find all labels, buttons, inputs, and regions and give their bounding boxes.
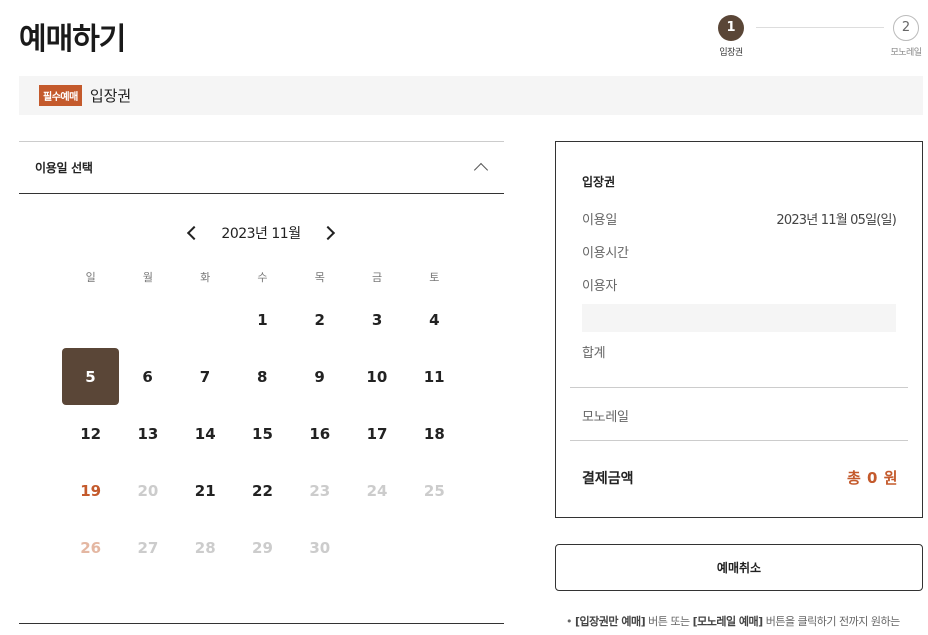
- calendar-day-disabled: 30: [309, 538, 331, 557]
- step-indicator: 1 입장권 2 모노레일: [714, 15, 928, 60]
- weekday-label: 토: [429, 271, 440, 284]
- weekday-label: 목: [314, 271, 325, 284]
- date-label: 이용일: [582, 213, 617, 228]
- weekday-label: 금: [371, 271, 383, 284]
- calendar-day[interactable]: 11: [405, 348, 462, 405]
- calendar-day[interactable]: 15: [234, 405, 291, 462]
- step-1: 1 입장권: [711, 15, 751, 58]
- calendar-day[interactable]: 22: [234, 462, 291, 519]
- date-value: 2023년 11월 05일(일): [776, 213, 896, 228]
- calendar-week: 19 20 21 22 23 24 25: [62, 462, 463, 519]
- summary-subtotal-row: 합계: [582, 342, 896, 361]
- calendar-day[interactable]: 10: [348, 348, 405, 405]
- calendar-week: 26 27 28 29 30: [62, 519, 463, 576]
- calendar-day-selected[interactable]: 5: [62, 348, 119, 405]
- calendar-week: 1234: [62, 291, 463, 348]
- weekday-header: 일월화수목금토: [62, 265, 463, 291]
- step-2-number: 2: [893, 15, 919, 41]
- calendar-day[interactable]: 1: [234, 291, 291, 348]
- calendar-day[interactable]: 18: [406, 405, 463, 462]
- calendar-day-disabled: 25: [423, 481, 445, 500]
- month-label: 2023년 11월: [221, 226, 301, 242]
- note-text: 버튼 또는: [645, 615, 693, 628]
- calendar-bottom-divider: [19, 623, 504, 624]
- summary-divider: [570, 440, 908, 441]
- weekday-label: 수: [257, 271, 268, 284]
- summary-time-row: 이용시간: [582, 242, 896, 261]
- section-title: 입장권: [89, 87, 132, 105]
- calendar-day[interactable]: 14: [177, 405, 234, 462]
- payment-total: 결제금액 총 0 원: [582, 467, 898, 488]
- step-2: 2 모노레일: [886, 15, 926, 58]
- calendar-day[interactable]: 4: [406, 291, 463, 348]
- step-2-label: 모노레일: [890, 48, 922, 58]
- note-ticket-only-label: [입장권만 예매]: [575, 615, 646, 628]
- calendar-day[interactable]: 19: [62, 462, 119, 519]
- step-connector: [756, 27, 884, 28]
- calendar-day[interactable]: 2: [291, 291, 348, 348]
- summary-panel: 입장권 이용일 2023년 11월 05일(일) 이용시간 이용자 합계 모노레…: [555, 141, 923, 518]
- calendar-day[interactable]: 3: [348, 291, 405, 348]
- calendar-day-disabled: 29: [252, 538, 273, 557]
- note-monorail-label: [모노레일 예매]: [692, 615, 764, 628]
- calendar-week: 12 13 14 15 16 17 18: [62, 405, 463, 462]
- calendar-day[interactable]: 6: [119, 348, 176, 405]
- calendar-day-disabled: 23: [309, 481, 331, 500]
- prev-month-button[interactable]: [180, 221, 204, 245]
- calendar-day-disabled: 24: [366, 481, 388, 500]
- calendar-day[interactable]: 9: [291, 348, 348, 405]
- page-title: 예매하기: [19, 22, 126, 57]
- time-label: 이용시간: [582, 246, 629, 261]
- calendar-day[interactable]: 21: [177, 462, 234, 519]
- summary-monorail-row: 모노레일: [582, 406, 896, 425]
- payment-label: 결제금액: [582, 470, 634, 487]
- monorail-label: 모노레일: [582, 410, 629, 425]
- next-month-button[interactable]: [318, 221, 342, 245]
- step-1-number: 1: [718, 15, 744, 41]
- step-1-label: 입장권: [719, 48, 743, 58]
- calendar-week: 5 6 7 8 9 10 11: [62, 348, 463, 405]
- subtotal-label: 합계: [582, 346, 606, 361]
- user-count-box: [582, 304, 896, 332]
- date-select-toggle[interactable]: 이용일 선택: [19, 141, 504, 194]
- user-label: 이용자: [582, 279, 617, 294]
- chevron-up-icon: [473, 162, 489, 178]
- calendar-day-disabled: 20: [137, 481, 159, 500]
- calendar-day[interactable]: 17: [348, 405, 405, 462]
- calendar-day[interactable]: 7: [176, 348, 233, 405]
- calendar-day-disabled: 28: [194, 538, 216, 557]
- weekday-label: 월: [142, 271, 153, 284]
- summary-user-row: 이용자: [582, 275, 896, 294]
- payment-value: 총 0 원: [847, 469, 898, 487]
- calendar-day[interactable]: 13: [119, 405, 176, 462]
- weekday-label: 일: [85, 271, 96, 284]
- summary-title: 입장권: [582, 175, 616, 189]
- cancel-booking-button[interactable]: 예매취소: [555, 544, 923, 591]
- calendar-day-disabled: 26: [80, 538, 102, 557]
- note-text: 버튼을 클릭하기 전까지 원하는: [762, 615, 901, 628]
- date-select-label: 이용일 선택: [35, 161, 93, 175]
- section-header: 필수예매 입장권: [19, 76, 923, 115]
- weekday-label: 화: [200, 271, 211, 284]
- calendar-nav: 2023년 11월: [180, 220, 342, 246]
- summary-date-row: 이용일 2023년 11월 05일(일): [582, 209, 897, 228]
- summary-divider: [570, 387, 908, 388]
- calendar-day[interactable]: 8: [234, 348, 291, 405]
- calendar-day[interactable]: 16: [291, 405, 348, 462]
- calendar-day-disabled: 27: [137, 538, 159, 557]
- required-badge: 필수예매: [39, 85, 82, 106]
- booking-note: • [입장권만 예매] 버튼 또는 [모노레일 예매] 버튼을 클릭하기 전까지…: [566, 613, 928, 629]
- calendar-grid: 일월화수목금토 1 2 3 4 5 6 7 8 9 10 11 12 13 14 15 16 17 18 19 20 2…: [62, 265, 463, 576]
- note-bullet: •: [566, 615, 573, 628]
- calendar-day[interactable]: 12: [62, 405, 119, 462]
